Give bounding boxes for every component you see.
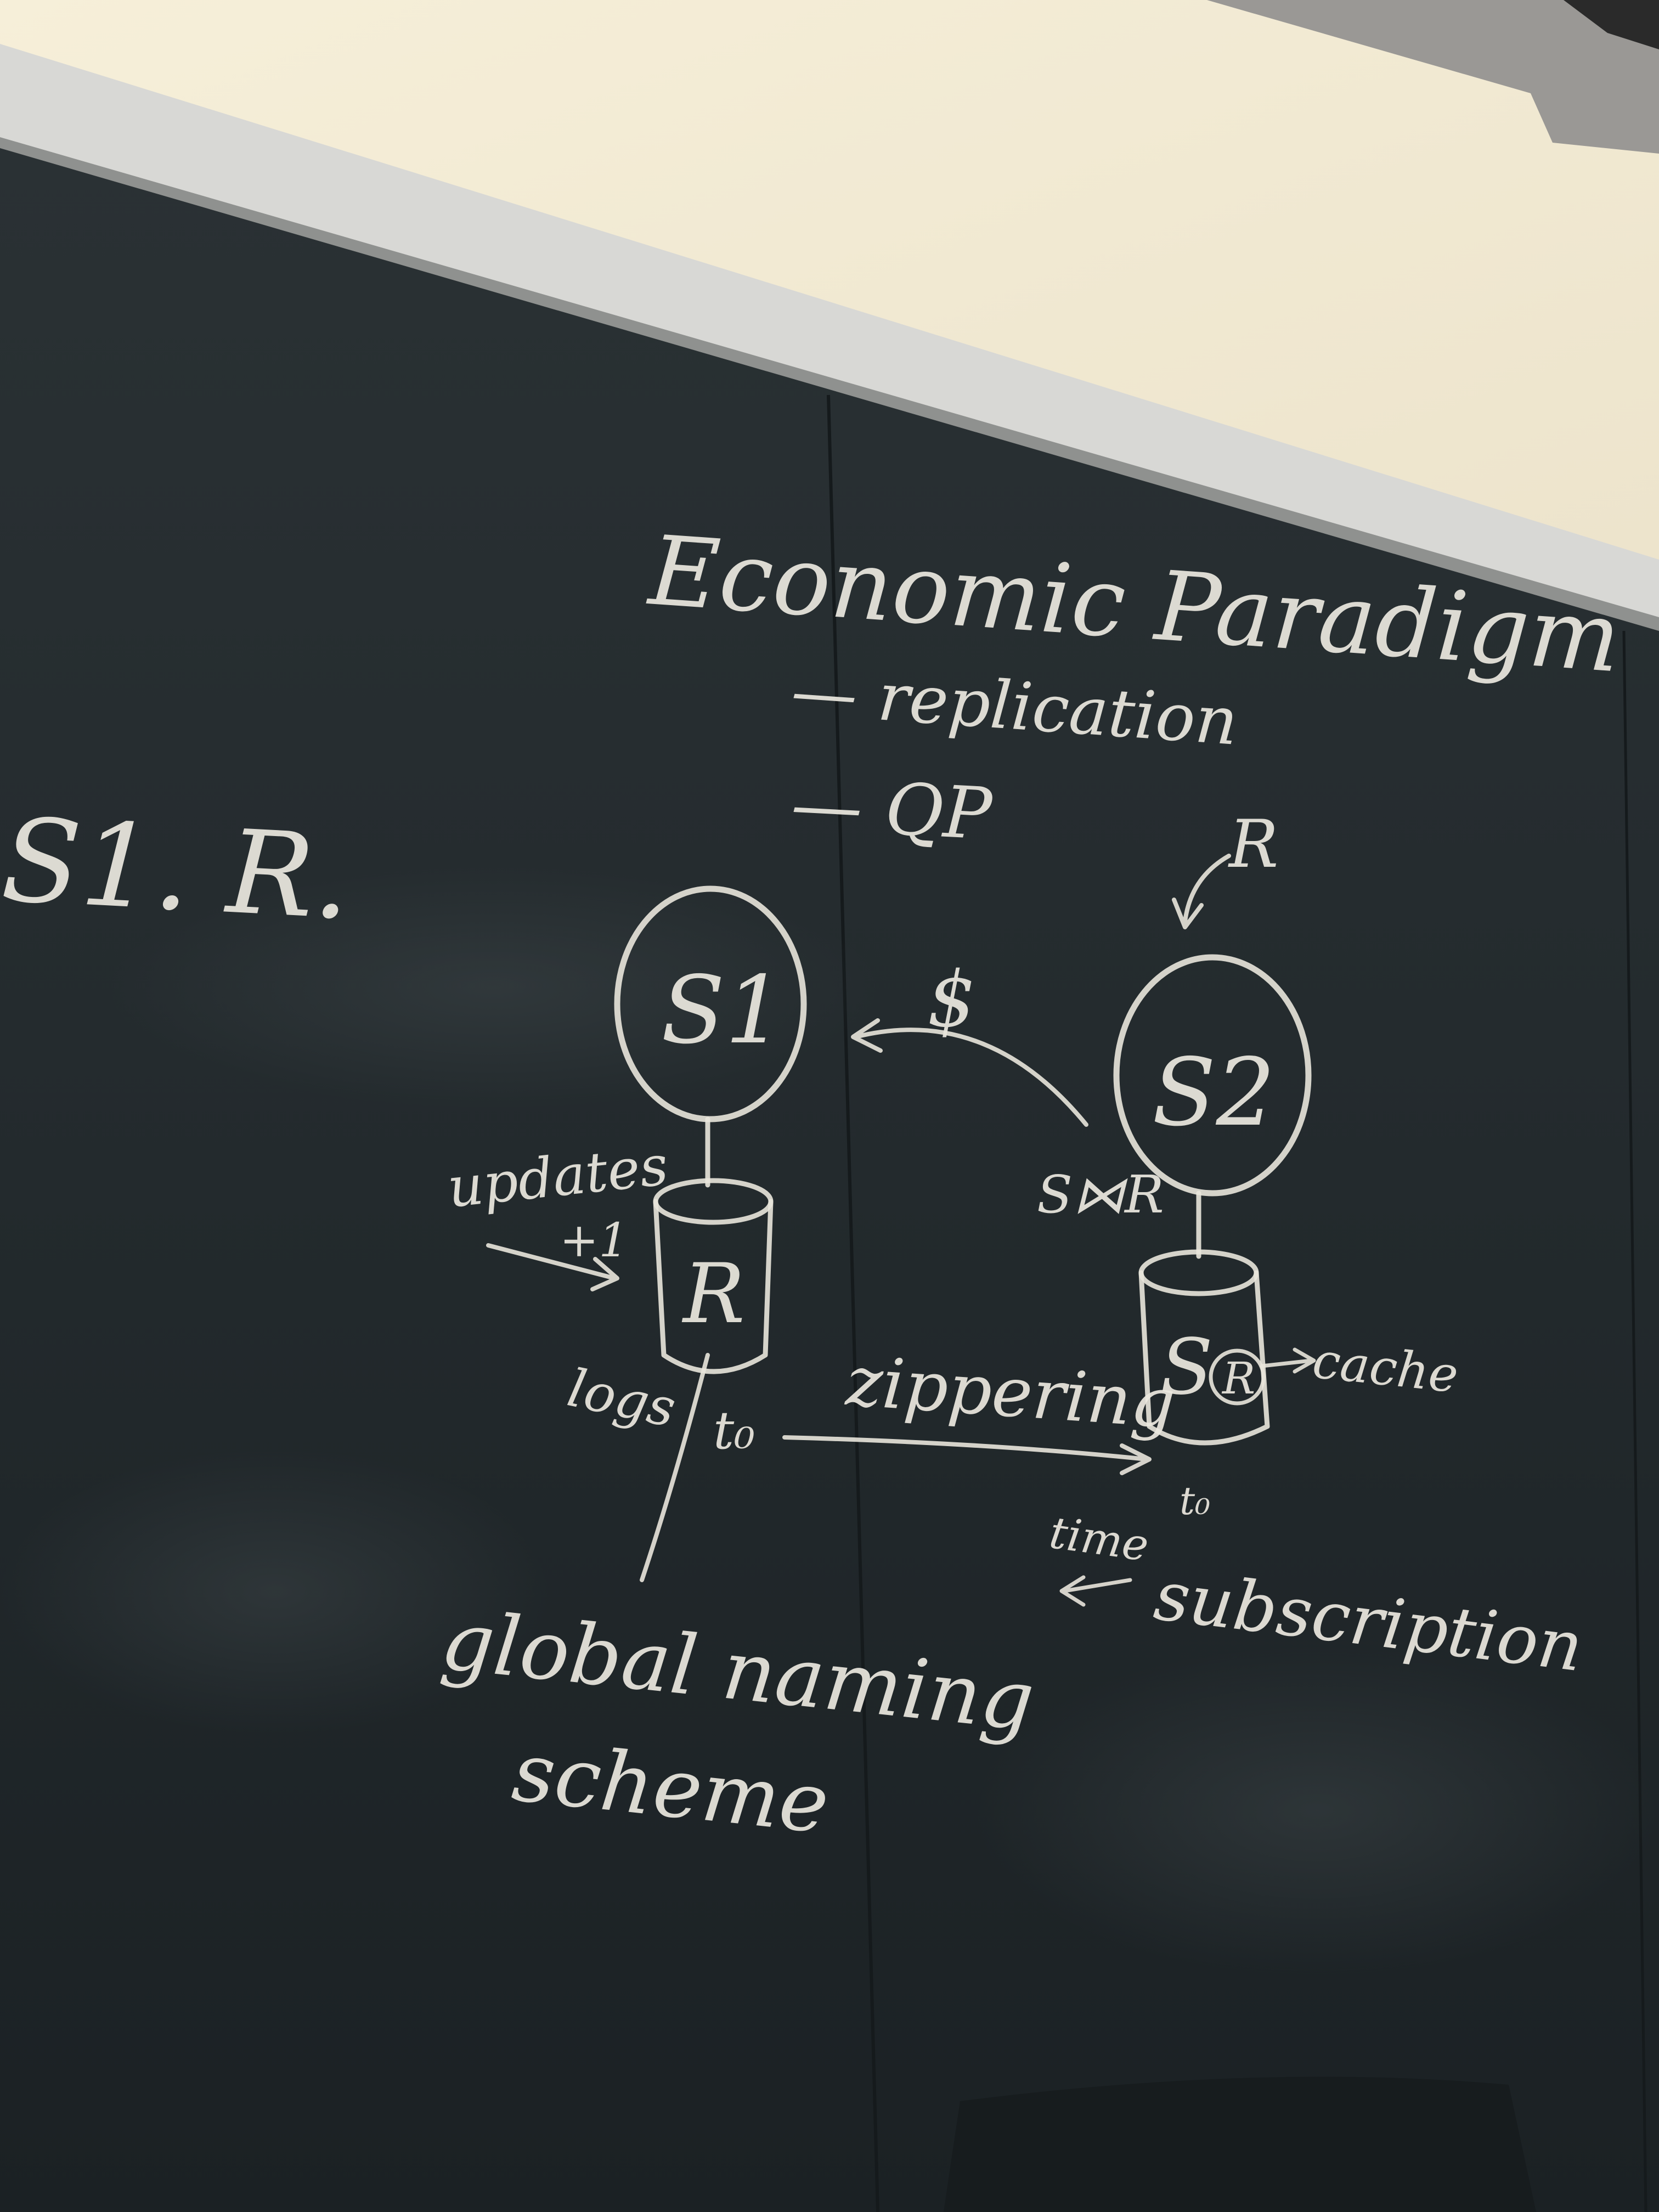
chalk-tray [944,2076,1536,2212]
db-r-label: R [681,1246,745,1342]
node-s1-label: S1 [661,956,785,1065]
join-label: S⋈R [1037,1165,1164,1225]
bullet-qp: — QP [789,762,995,856]
left-note: S1. R. [0,793,354,945]
chalk-smudge [0,1448,549,1734]
chalk-smudge [977,1646,1657,1975]
t0-label: t₀ [713,1401,755,1461]
above-s2-label: R [1228,806,1278,883]
t0-small-label: t₀ [1180,1479,1210,1523]
blackboard-scene: Economic Paradigm — replication — QP S1.… [0,0,1659,2212]
lecture-photo: Economic Paradigm — replication — QP S1.… [0,0,1659,2212]
db-s-inner-label: R [1221,1353,1255,1404]
node-s2-label: S2 [1152,1039,1276,1147]
